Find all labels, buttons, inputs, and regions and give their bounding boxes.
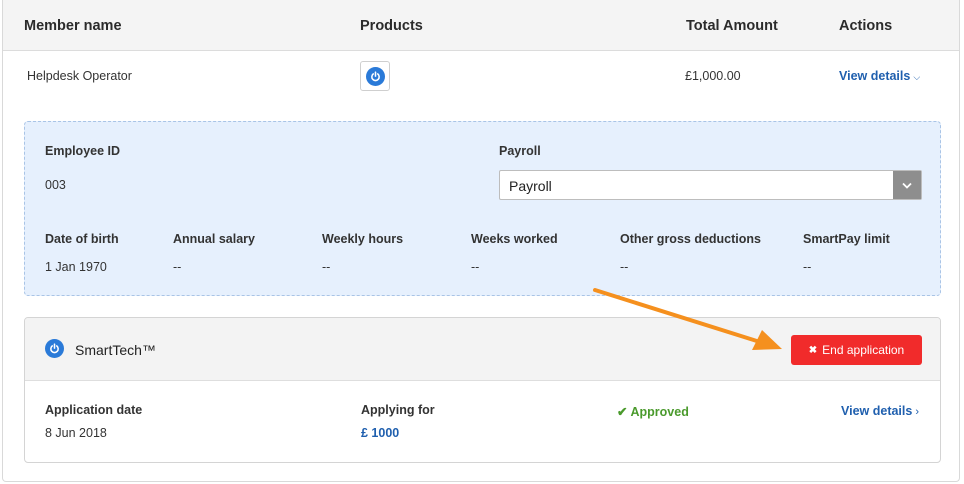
column-header-products: Products [360,18,423,34]
column-header-total-amount: Total Amount [686,18,778,34]
member-details-panel: Employee ID 003 Payroll Payroll Date of … [24,121,941,296]
applications-table: Member name Products Total Amount Action… [2,0,960,482]
end-application-button[interactable]: ✖ End application [791,335,922,365]
product-button[interactable] [360,61,390,91]
employee-id-label: Employee ID [45,144,121,158]
application-date-label: Application date [45,403,143,417]
weekly-hours-label: Weekly hours [322,232,404,246]
employee-id-value: 003 [45,178,66,192]
product-card-header: SmartTech™ ✖ End application [25,318,940,381]
annual-salary-label: Annual salary [173,232,255,246]
total-amount: £1,000.00 [685,69,741,83]
close-icon: ✖ [808,344,818,356]
view-details-link[interactable]: View details ⌵ [839,69,920,83]
end-application-label: End application [822,343,905,357]
power-icon [45,339,64,358]
smartpay-limit-label: SmartPay limit [803,232,890,246]
annual-salary-value: -- [173,260,182,274]
chevron-down-icon: ⌵ [913,72,921,82]
date-of-birth-value: 1 Jan 1970 [45,260,107,274]
weeks-worked-label: Weeks worked [471,232,558,246]
date-of-birth-label: Date of birth [45,232,119,246]
weeks-worked-value: -- [471,260,480,274]
applying-for-value: £ 1000 [361,426,400,440]
member-name: Helpdesk Operator [27,69,132,83]
weekly-hours-value: -- [322,260,331,274]
card-view-details-link[interactable]: View details › [841,404,919,418]
view-details-label: View details [839,69,911,83]
application-date-value: 8 Jun 2018 [45,426,107,440]
status-text: Approved [630,405,689,419]
other-gross-deductions-label: Other gross deductions [620,232,761,246]
smartpay-limit-value: -- [803,260,812,274]
payroll-select[interactable]: Payroll [499,170,922,200]
card-view-details-label: View details [841,404,913,418]
checkmark-icon: ✔ [617,405,628,419]
payroll-select-value: Payroll [509,178,552,194]
chevron-down-icon[interactable] [893,171,921,199]
column-header-member-name: Member name [24,18,122,34]
table-row: Helpdesk Operator £1,000.00 View details… [3,51,959,101]
chevron-right-icon: › [915,406,920,418]
payroll-label: Payroll [499,144,541,158]
product-title: SmartTech™ [75,342,156,358]
product-application-card: SmartTech™ ✖ End application Application… [24,317,941,463]
column-header-actions: Actions [839,18,893,34]
other-gross-deductions-value: -- [620,260,629,274]
status-badge: ✔ Approved [617,404,689,419]
applying-for-label: Applying for [361,403,435,417]
power-icon [365,66,385,86]
table-header: Member name Products Total Amount Action… [3,0,959,51]
